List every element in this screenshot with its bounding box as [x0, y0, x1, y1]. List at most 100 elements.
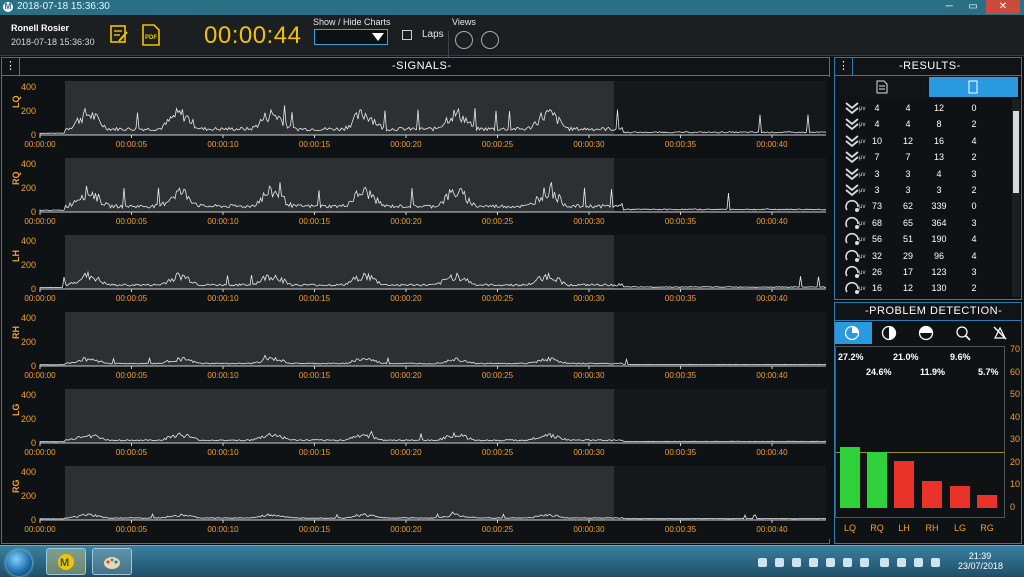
y-tick-label: 0 [31, 207, 36, 217]
x-tick-label: 00:00:05 [116, 371, 148, 380]
taskbar: M 21:39 23/07/2018 [0, 545, 1024, 577]
signal-chart-lg[interactable]: 400 200 0 LG 00:00:00 00:00:05 00:00:10 00:00:1… [4, 385, 830, 462]
table-row[interactable]: μv 68 65 364 3 [838, 215, 1010, 231]
dropdown-arrow-icon [372, 33, 384, 41]
views-label: Views [452, 17, 476, 27]
y-tick-label: 400 [21, 313, 36, 323]
signal-chart-rh[interactable]: 400 200 0 RH 00:00:00 00:00:05 00:00:10 00:00:1… [4, 308, 830, 385]
x-tick-label: 00:00:00 [24, 371, 56, 380]
view-single-button[interactable] [455, 31, 473, 49]
table-row[interactable]: μv 3 3 3 2 [838, 182, 1010, 198]
x-tick-label: 00:00:00 [24, 217, 56, 226]
minimize-button[interactable]: ─ [938, 0, 960, 14]
volume-icon[interactable] [931, 558, 940, 567]
results-menu-button[interactable]: ⋮ [835, 58, 853, 76]
table-row[interactable]: μv 73 62 339 0 [838, 198, 1010, 214]
table-row[interactable]: μv 56 51 190 4 [838, 231, 1010, 247]
clock-time: 21:39 [968, 551, 992, 561]
x-tick-label: 00:00:35 [665, 525, 697, 534]
tab-top-bottom[interactable] [909, 322, 946, 344]
tray-icon-1[interactable] [758, 558, 767, 567]
bar-rh[interactable] [922, 481, 942, 508]
y-tick-label: 40 [1010, 411, 1021, 422]
tray-icon-8[interactable] [880, 558, 889, 567]
bar-rg[interactable] [977, 495, 997, 508]
category-label-rh: RH [925, 523, 939, 533]
x-tick-label: 00:00:05 [116, 140, 148, 149]
table-row[interactable]: μv 4 4 12 0 [838, 100, 1010, 116]
results-tabs [838, 77, 1020, 97]
y-tick-label: 60 [1010, 366, 1021, 377]
x-tick-label: 00:00:00 [24, 294, 56, 303]
tab-search[interactable] [946, 322, 983, 344]
result-cell: 190 [931, 234, 947, 245]
category-label-lq: LQ [843, 523, 856, 533]
bar-lg[interactable] [950, 486, 970, 508]
laps-checkbox[interactable] [402, 30, 412, 40]
x-tick-label: 00:00:20 [390, 448, 422, 457]
taskbar-app-paint[interactable] [92, 548, 132, 575]
table-row[interactable]: μv 3 3 4 3 [838, 166, 1010, 182]
signal-chart-rg[interactable]: 400 200 0 RG 00:00:00 00:00:05 00:00:10 00:00:1… [4, 462, 830, 539]
x-tick-label: 00:00:40 [756, 140, 788, 149]
y-tick-label: 400 [21, 390, 36, 400]
x-tick-label: 00:00:20 [390, 371, 422, 380]
table-row[interactable]: μv 7 7 13 2 [838, 149, 1010, 165]
x-tick-label: 00:00:00 [24, 448, 56, 457]
paint-palette-icon [104, 557, 120, 569]
taskbar-app-main[interactable]: M [46, 548, 86, 575]
category-label-rg: RG [980, 523, 994, 533]
table-row[interactable]: μv 26 17 123 3 [838, 264, 1010, 280]
tab-summary[interactable] [838, 77, 927, 97]
result-cell: 26 [871, 267, 882, 277]
bar-lh[interactable] [894, 460, 914, 508]
close-button[interactable]: ✕ [986, 0, 1020, 14]
x-tick-label: 00:00:10 [207, 448, 239, 457]
signals-menu-button[interactable]: ⋮ [2, 58, 20, 76]
bar-lq[interactable] [840, 446, 860, 508]
maximize-button[interactable]: ▭ [962, 0, 984, 14]
bar-rq[interactable] [867, 452, 887, 508]
crossed-signal-icon [993, 326, 1007, 340]
table-row[interactable]: μv 10 12 16 4 [838, 133, 1010, 149]
tray-icon-7[interactable] [860, 558, 869, 567]
tab-left-right[interactable] [872, 322, 909, 344]
start-button[interactable] [6, 550, 32, 576]
signal-name-label: LH [11, 250, 21, 262]
tray-icon-2[interactable] [775, 558, 784, 567]
tray-icon-5[interactable] [826, 558, 835, 567]
taskbar-clock[interactable]: 21:39 23/07/2018 [958, 551, 1003, 571]
table-row[interactable]: μv 4 4 8 2 [838, 116, 1010, 132]
results-scrollbar-thumb[interactable] [1013, 111, 1019, 193]
user-name: Ronell Rosier [11, 23, 70, 33]
results-scrollbar[interactable] [1012, 99, 1020, 297]
y-tick-label: 400 [21, 236, 36, 246]
y-tick-label: 400 [21, 82, 36, 92]
threshold-line [836, 451, 1004, 453]
result-cell: 16 [871, 283, 882, 294]
show-hide-charts-dropdown[interactable] [314, 29, 388, 45]
tray-icon-4[interactable] [809, 558, 818, 567]
pdf-icon[interactable]: PDF [142, 24, 160, 46]
tray-icon-6[interactable] [843, 558, 852, 567]
y-tick-label: 200 [21, 183, 36, 193]
signal-chart-rq[interactable]: 400 200 0 RQ 00:00:00 00:00:05 00:00:10 00:00:1… [4, 154, 830, 231]
tab-pie[interactable] [835, 322, 872, 344]
network-icon[interactable] [914, 558, 923, 567]
result-cell: 4 [905, 103, 911, 113]
result-cell: 4 [905, 119, 911, 130]
view-split-button[interactable] [481, 31, 499, 49]
tab-detail[interactable] [929, 77, 1018, 97]
tray-icon-3[interactable] [792, 558, 801, 567]
signal-chart-lh[interactable]: 400 200 0 LH 00:00:00 00:00:05 00:00:10 00:00:1… [4, 231, 830, 308]
signals-panel: ⋮ -SIGNALS- 400 200 0 LQ 00:00:00 00:00:05 00:… [1, 57, 830, 544]
table-row[interactable]: μv 16 12 130 2 [838, 280, 1010, 296]
x-tick-label: 00:00:40 [756, 448, 788, 457]
tab-disabled-view[interactable] [983, 322, 1020, 344]
result-cell: 68 [871, 217, 882, 228]
notes-icon[interactable] [109, 24, 129, 44]
table-row[interactable]: μv 32 29 96 4 [838, 248, 1010, 264]
bluetooth-icon[interactable] [897, 558, 906, 567]
signal-chart-lq[interactable]: 400 200 0 LQ 00:00:00 00:00:05 00:00:10 00:00:1… [4, 77, 830, 154]
result-cell: 32 [871, 250, 882, 261]
